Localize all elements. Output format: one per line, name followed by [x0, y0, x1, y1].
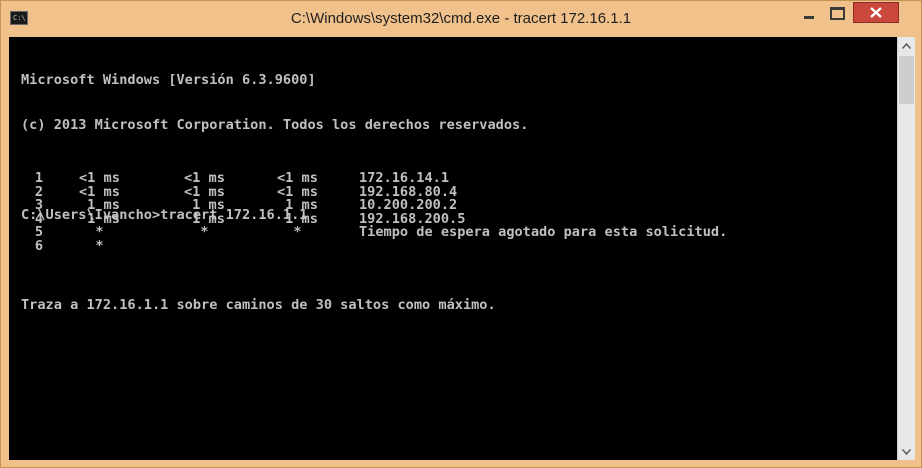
maximize-icon	[829, 6, 845, 20]
close-icon	[870, 7, 882, 18]
maximize-button[interactable]	[823, 2, 851, 24]
vertical-scrollbar[interactable]	[897, 37, 915, 460]
tracert-hop-list: 1 <1 ms <1 ms <1 ms 172.16.14.1 2 <1 ms …	[29, 171, 727, 254]
hop-number: 6	[34, 237, 44, 254]
cmd-window: C:\ C:\Windows\system32\cmd.exe - tracer…	[0, 0, 922, 468]
hop-host: Tiempo de espera agotado para esta solic…	[359, 224, 728, 240]
console-line: Microsoft Windows [Versión 6.3.9600]	[21, 72, 316, 88]
console-output[interactable]: Microsoft Windows [Versión 6.3.9600] (c)…	[9, 37, 897, 460]
scroll-down-button[interactable]	[898, 443, 915, 460]
console-line: Traza a 172.16.1.1 sobre caminos de 30 s…	[21, 297, 496, 313]
hop-time-3: *	[277, 224, 302, 240]
console-line: (c) 2013 Microsoft Corporation. Todos lo…	[21, 117, 529, 133]
scroll-down-arrow-icon	[902, 448, 911, 455]
scroll-up-arrow-icon	[902, 42, 911, 49]
title-bar[interactable]: C:\ C:\Windows\system32\cmd.exe - tracer…	[1, 1, 921, 37]
window-title: C:\Windows\system32\cmd.exe - tracert 17…	[290, 10, 632, 27]
hop-row: 6 *	[29, 237, 104, 254]
scroll-up-button[interactable]	[898, 37, 915, 54]
minimize-icon	[804, 15, 814, 19]
minimize-button[interactable]	[795, 2, 823, 24]
hop-time-1: *	[79, 237, 104, 254]
scroll-thumb[interactable]	[899, 56, 914, 104]
hop-time-2: *	[184, 224, 209, 240]
close-button[interactable]	[853, 2, 899, 23]
